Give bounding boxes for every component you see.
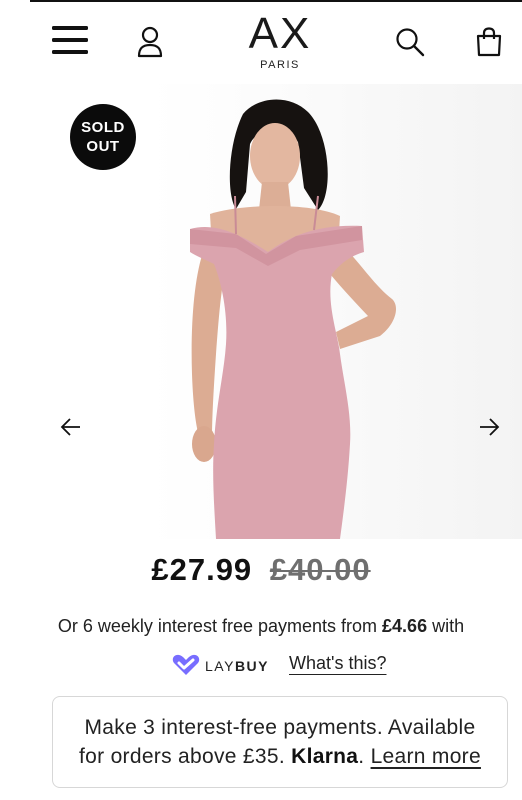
sold-out-badge: SOLD OUT: [70, 104, 136, 170]
arrow-right-icon[interactable]: [478, 417, 500, 437]
laybuy-heart-icon: [172, 654, 200, 675]
laybuy-text-after: with: [432, 616, 465, 636]
hamburger-menu-icon: [52, 26, 88, 54]
laybuy-amount: £4.66: [382, 616, 428, 636]
laybuy-brand-bold: BUY: [234, 658, 269, 674]
whats-this-link[interactable]: What's this?: [289, 653, 386, 674]
laybuy-wordmark: LAYBUY: [205, 658, 269, 674]
shopping-bag-icon: [476, 27, 502, 57]
original-price: £40.00: [269, 552, 371, 587]
user-icon: [137, 26, 163, 58]
klarna-message-box: Make 3 interest-free payments. Available…: [52, 696, 508, 788]
badge-line-2: OUT: [86, 138, 120, 155]
bag-button[interactable]: [476, 27, 502, 57]
badge-line-1: SOLD: [81, 119, 125, 136]
klarna-line-2-text: for orders above £35.: [79, 745, 285, 768]
klarna-brand: Klarna: [291, 745, 359, 768]
current-price: £27.99: [151, 552, 253, 587]
product-image-gallery[interactable]: SOLD OUT: [0, 84, 522, 539]
menu-button[interactable]: [52, 24, 88, 56]
price-row: £27.99 £40.00: [0, 552, 522, 588]
account-button[interactable]: [137, 26, 163, 58]
laybuy-installment-text: Or 6 weekly interest free payments from …: [0, 616, 522, 637]
logo-subtitle: PARIS: [260, 59, 300, 71]
brand-logo[interactable]: AX PARIS: [230, 12, 330, 72]
logo-mark: AX: [248, 9, 312, 58]
search-button[interactable]: [395, 27, 425, 57]
klarna-period: .: [358, 745, 365, 768]
laybuy-text-before: Or 6 weekly interest free payments from: [57, 616, 378, 636]
klarna-line-2: for orders above £35. Klarna. Learn more: [53, 742, 507, 771]
laybuy-brand-light: LAY: [205, 658, 235, 674]
arrow-left-icon[interactable]: [60, 417, 82, 437]
site-header: AX PARIS: [0, 2, 522, 80]
klarna-line-1: Make 3 interest-free payments. Available: [84, 716, 476, 739]
laybuy-logo: LAYBUY: [172, 654, 267, 678]
search-icon: [396, 28, 425, 57]
learn-more-link[interactable]: Learn more: [371, 745, 481, 768]
